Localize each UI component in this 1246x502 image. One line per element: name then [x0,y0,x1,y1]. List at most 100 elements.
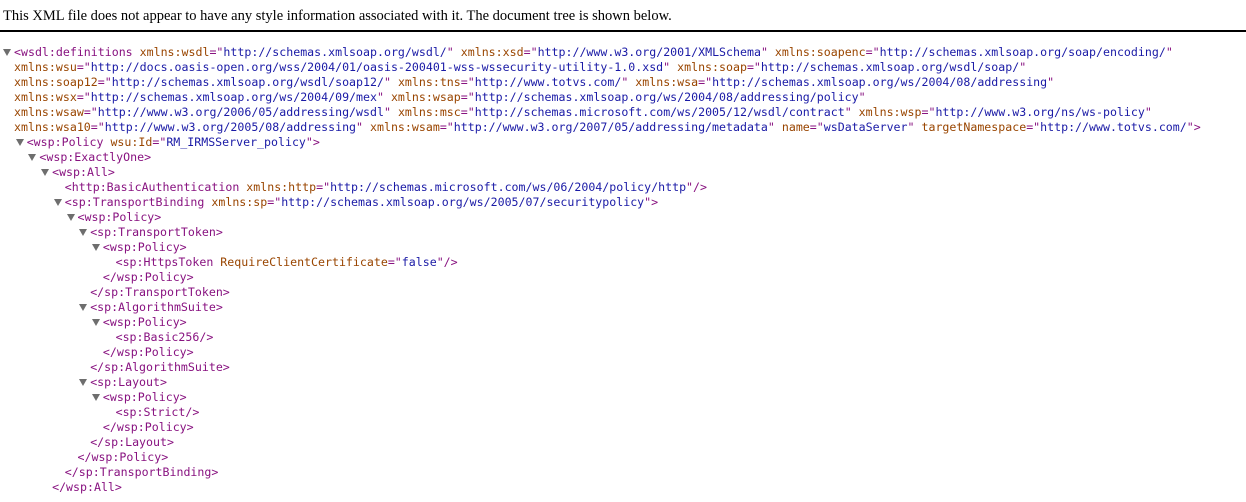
collapse-toggle-icon[interactable] [41,169,50,176]
tag-text: " [844,105,859,119]
xml-node-line: <sp:HttpsToken RequireClientCertificate=… [0,255,1246,270]
attribute-name: xmlns:wsa10 [14,120,91,134]
tag-text: =" [921,105,936,119]
tag-text: =" [267,195,282,209]
xml-node-line: </wsp:Policy> [0,420,1246,435]
tag-text: =" [97,75,112,89]
xml-node-line-expandable: <sp:AlgorithmSuite> [0,300,1246,315]
attribute-value: http://schemas.xmlsoap.org/ws/2004/09/me… [90,90,377,104]
attribute-value: http://schemas.microsoft.com/ws/06/2004/… [330,180,687,194]
attribute-value: http://www.w3.org/2005/08/addressing [104,120,357,134]
attribute-name: name [781,120,810,134]
tag-text: "/> [436,255,458,269]
xml-node-line: <sp:Strict/> [0,405,1246,420]
collapse-toggle-icon[interactable] [15,139,24,146]
tag-text: =" [809,120,824,134]
xml-document-tree: <wsdl:definitions xmlns:wsdl="http://sch… [0,45,1246,495]
collapse-toggle-icon[interactable] [91,244,100,251]
attribute-name: wsu:Id [110,135,153,149]
tag-text: =" [209,45,224,59]
attribute-name: xmlns:soapenc [774,45,866,59]
xml-node-line-expandable: <wsp:Policy> [0,390,1246,405]
collapse-toggle-icon[interactable] [3,49,11,56]
xml-node-line-expandable: <wsp:All> [0,165,1246,180]
attribute-value: http://schemas.microsoft.com/ws/2005/12/… [474,105,845,119]
tag-text: "> [305,135,320,149]
tag-text: "> [644,195,659,209]
tag-text: =" [152,135,167,149]
tag-text: " [767,120,782,134]
xml-node-line-expandable: <sp:TransportBinding xmlns:sp="http://sc… [0,195,1246,210]
attribute-name: xmlns:wsdl [139,45,210,59]
tag-text: <wsp:Policy [26,135,111,149]
tag-text: =" [316,180,331,194]
tag-text: <sp:Basic256/> [115,330,214,344]
attribute-name: xmlns:http [246,180,317,194]
attribute-name: xmlns:sp [211,195,268,209]
xml-node-line: xmlns:wsaw="http://www.w3.org/2006/05/ad… [0,105,1246,120]
tag-text: "/> [686,180,707,194]
tag-text: " [858,90,866,104]
xml-node-line-expandable: <wsdl:definitions xmlns:wsdl="http://sch… [0,45,1246,60]
tag-text: <wsp:Policy> [102,315,187,329]
tag-text: =" [83,105,98,119]
tag-text: " [1165,45,1173,59]
xml-node-line-expandable: <wsp:Policy> [0,240,1246,255]
xml-node-line: </sp:TransportBinding> [0,465,1246,480]
attribute-value: http://www.w3.org/2007/05/addressing/met… [453,120,768,134]
attribute-value: RM_IRMSServer_policy [166,135,306,149]
attribute-value: http://schemas.xmlsoap.org/ws/2004/08/ad… [474,90,859,104]
attribute-value: http://schemas.xmlsoap.org/wsdl/soap12/ [111,75,384,89]
tag-text: " [1047,75,1055,89]
xml-node-line-expandable: <wsp:Policy wsu:Id="RM_IRMSServer_policy… [0,135,1246,150]
collapse-toggle-icon[interactable] [91,319,100,326]
tag-text: =" [90,120,105,134]
tag-text: <http:BasicAuthentication [64,180,247,194]
xml-node-line: </wsp:Policy> [0,270,1246,285]
tag-text: =" [698,75,713,89]
tag-text: =" [460,90,475,104]
tag-text: " [1019,60,1027,74]
xml-node-line: <sp:Basic256/> [0,330,1246,345]
tag-text: </wsp:Policy> [102,420,194,434]
tag-text: </wsp:Policy> [102,270,194,284]
tag-text: =" [387,255,402,269]
xml-node-line: </sp:Layout> [0,435,1246,450]
attribute-name: xmlns:wsu [14,60,77,74]
attribute-name: xmlns:tns [397,75,461,89]
tag-text: <sp:HttpsToken [115,255,221,269]
tag-text: " [907,120,922,134]
tag-text: </sp:AlgorithmSuite> [90,360,230,374]
tag-text: " [383,75,398,89]
tag-text: " [376,90,391,104]
xml-style-notice: This XML file does not appear to have an… [0,0,1246,32]
tag-text: =" [1026,120,1041,134]
tag-text: =" [76,90,91,104]
tag-text: =" [76,60,91,74]
tag-text: " [383,105,398,119]
xml-node-line: xmlns:wsu="http://docs.oasis-open.org/ws… [0,60,1246,75]
collapse-toggle-icon[interactable] [66,214,75,221]
attribute-name: xmlns:msc [397,105,461,119]
tag-text: <wsp:Policy> [102,390,187,404]
tag-text: <sp:TransportToken> [90,225,223,239]
tag-text: </wsp:Policy> [102,345,194,359]
attribute-value: http://www.w3.org/2006/05/addressing/wsd… [97,105,384,119]
collapse-toggle-icon[interactable] [91,394,100,401]
collapse-toggle-icon[interactable] [79,229,88,236]
attribute-name: xmlns:xsd [460,45,524,59]
collapse-toggle-icon[interactable] [79,379,88,386]
attribute-value: http://schemas.xmlsoap.org/ws/2004/08/ad… [712,75,1048,89]
attribute-value: http://www.w3.org/ns/ws-policy [935,105,1145,119]
attribute-value: http://www.totvs.com/ [1040,120,1187,134]
tag-text: " [1144,105,1152,119]
collapse-toggle-icon[interactable] [53,199,62,206]
attribute-name: xmlns:wsap [390,90,461,104]
tag-text: <sp:Strict/> [115,405,200,419]
tag-text: <sp:AlgorithmSuite> [90,300,223,314]
tag-text: =" [439,120,454,134]
attribute-name: xmlns:wsx [14,90,77,104]
collapse-toggle-icon[interactable] [28,154,37,161]
collapse-toggle-icon[interactable] [79,304,88,311]
tag-text: =" [746,60,761,74]
